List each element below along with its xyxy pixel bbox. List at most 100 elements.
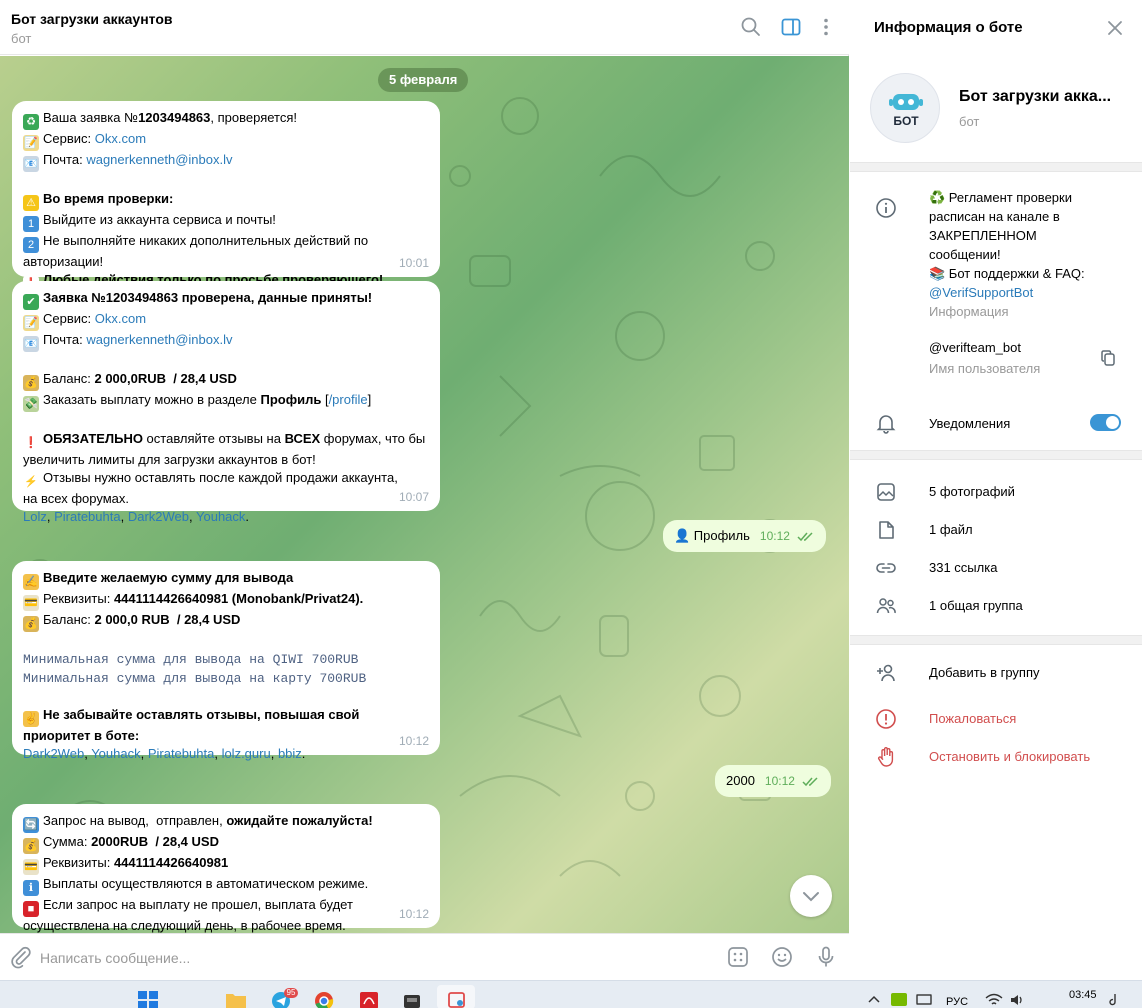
message-link[interactable]: Youhack [196, 509, 245, 524]
message-line: ❗ ОБЯЗАТЕЛЬНО оставляйте отзывы на ВСЕХ ф… [23, 430, 429, 451]
message-link[interactable]: wagnerkenneth@inbox.lv [86, 332, 232, 347]
sidebar-toggle-icon[interactable] [780, 16, 802, 38]
chat-header[interactable]: Бот загрузки аккаунтов бот [0, 0, 849, 55]
message-text: Введите желаемую сумму для вывода [43, 570, 294, 585]
message-line: на всех форумах. [23, 490, 429, 508]
message-link[interactable]: bbiz [278, 746, 302, 761]
copy-icon[interactable] [1100, 349, 1118, 367]
message-text: Заявка №1203494863 проверена, [43, 290, 258, 305]
attach-icon[interactable] [8, 945, 32, 969]
message-text: [ [321, 392, 329, 407]
bot-description[interactable]: ♻️ Регламент проверки расписан на канале… [929, 188, 1129, 321]
message-link[interactable]: Dark2Web [23, 746, 84, 761]
message-link[interactable]: Piratebuhta [148, 746, 215, 761]
chevron-down-icon [803, 892, 819, 902]
avatar[interactable]: БОТ [870, 73, 940, 143]
gpu-tray-icon[interactable] [916, 993, 932, 1006]
message-link[interactable]: Dark2Web [128, 509, 189, 524]
support-bot-link[interactable]: @VerifSupportBot [929, 283, 1129, 302]
scroll-to-bottom-button[interactable] [790, 875, 832, 917]
message-text: , проверяется! [210, 110, 297, 125]
emoji-icon: 💸 [23, 396, 39, 412]
message-text: Почта: [43, 152, 87, 167]
panel-title: Информация о боте [874, 19, 1023, 36]
message-line: 🔄 Запрос на вывод, отправлен, ожидайте по… [23, 812, 429, 833]
outgoing-message[interactable]: 👤 Профиль 10:12 [663, 520, 826, 552]
message-link[interactable]: Lolz [23, 509, 47, 524]
message-link[interactable]: /profile [329, 392, 368, 407]
message-text: , [189, 509, 197, 524]
message-link[interactable]: Youhack [91, 746, 140, 761]
message-link[interactable]: Okx.com [95, 311, 146, 326]
message-line: Минимальная сумма для вывода на QIWI 700… [23, 650, 429, 669]
emoji-icon: 🔄 [23, 817, 39, 833]
emoji-icon: ■ [23, 901, 39, 917]
emoji-icon: 💳 [23, 859, 39, 875]
block-button[interactable]: Остановить и блокировать [929, 749, 1090, 764]
message-link[interactable]: wagnerkenneth@inbox.lv [86, 152, 232, 167]
app-icon[interactable] [401, 990, 423, 1008]
media-groups[interactable]: 1 общая группа [929, 598, 1023, 613]
windows-taskbar: 95 РУС 03:45 [0, 980, 1142, 1008]
message-text: ОБЯЗАТЕЛЬНО [43, 431, 143, 446]
wifi-icon[interactable] [985, 993, 1003, 1007]
notifications-tray-icon[interactable] [1107, 992, 1123, 1008]
notifications-toggle[interactable] [1090, 414, 1121, 431]
divider [850, 162, 1142, 172]
bot-type: бот [959, 114, 980, 129]
emoji-icon: 2 [23, 237, 39, 253]
link-icon [876, 563, 896, 573]
incoming-message[interactable]: 🔄 Запрос на вывод, отправлен, ожидайте по… [12, 804, 440, 933]
windows-start-icon[interactable] [137, 990, 159, 1008]
emoji-icon[interactable] [770, 945, 794, 969]
report-button[interactable]: Пожаловаться [929, 711, 1016, 726]
bot-info-panel: Информация о боте БОТ Бот загрузки акка.… [850, 0, 1142, 980]
incoming-message[interactable]: ✔ Заявка №1203494863 проверена, данные пр… [12, 281, 440, 524]
clock-time[interactable]: 03:45 [1069, 989, 1097, 1001]
media-files[interactable]: 1 файл [929, 522, 973, 537]
robot-icon [889, 94, 923, 110]
microphone-icon[interactable] [814, 945, 838, 969]
date-separator: 5 февраля [378, 68, 469, 92]
volume-icon[interactable] [1009, 993, 1025, 1007]
message-text: 2 000,0 RUB / 28,4 USD [94, 612, 241, 627]
incoming-message[interactable]: ♻ Ваша заявка №1203494863, проверяется! 📝 С… [12, 101, 440, 292]
input-language[interactable]: РУС [946, 996, 968, 1008]
media-links[interactable]: 331 ссылка [929, 560, 997, 575]
emoji-icon: ✔ [23, 294, 39, 310]
search-icon[interactable] [740, 16, 762, 38]
message-line [23, 172, 429, 190]
snipping-tool-icon[interactable] [446, 990, 468, 1008]
message-link[interactable]: Piratebuhta [54, 509, 121, 524]
message-link[interactable]: lolz.guru [222, 746, 271, 761]
add-to-group-button[interactable]: Добавить в группу [929, 665, 1040, 680]
close-icon[interactable] [1106, 19, 1124, 37]
message-line: 💰 Баланс: 2 000,0RUB / 28,4 USD [23, 370, 429, 391]
more-menu-icon[interactable] [815, 16, 837, 38]
nvidia-icon[interactable] [890, 992, 908, 1007]
message-text: , [46, 509, 55, 524]
message-text: . [301, 746, 306, 761]
incoming-message[interactable]: ✍ Введите желаемую сумму для вывода 💳 Рекви… [12, 561, 440, 761]
message-link[interactable]: Okx.com [95, 131, 146, 146]
message-time: 10:12 [398, 907, 429, 921]
outgoing-message[interactable]: 2000 10:12 [715, 765, 831, 797]
emoji-icon: ℹ [23, 880, 39, 896]
media-photos[interactable]: 5 фотографий [929, 484, 1015, 499]
message-text: Не забывайте оставлять отзывы, повышая с… [43, 707, 360, 722]
pdf-app-icon[interactable] [358, 990, 380, 1008]
message-line: 💸 Заказать выплату можно в разделе Профил… [23, 391, 429, 412]
message-line: авторизации! [23, 253, 429, 271]
message-line: 📧 Почта: wagnerkenneth@inbox.lv [23, 151, 429, 172]
emoji-icon: 💰 [23, 375, 39, 391]
stop-hand-icon [878, 747, 894, 767]
message-text: Сервис: [43, 131, 95, 146]
chevron-up-icon[interactable] [866, 993, 882, 1005]
bot-username[interactable]: @verifteam_bot [929, 340, 1021, 355]
message-input[interactable] [40, 944, 680, 972]
message-text: Выплаты осуществляются в автоматическом … [43, 876, 369, 891]
file-explorer-icon[interactable] [225, 990, 247, 1008]
chrome-icon[interactable] [313, 990, 335, 1008]
message-line: Минимальная сумма для вывода на карту 70… [23, 669, 429, 688]
bot-commands-icon[interactable] [726, 945, 750, 969]
